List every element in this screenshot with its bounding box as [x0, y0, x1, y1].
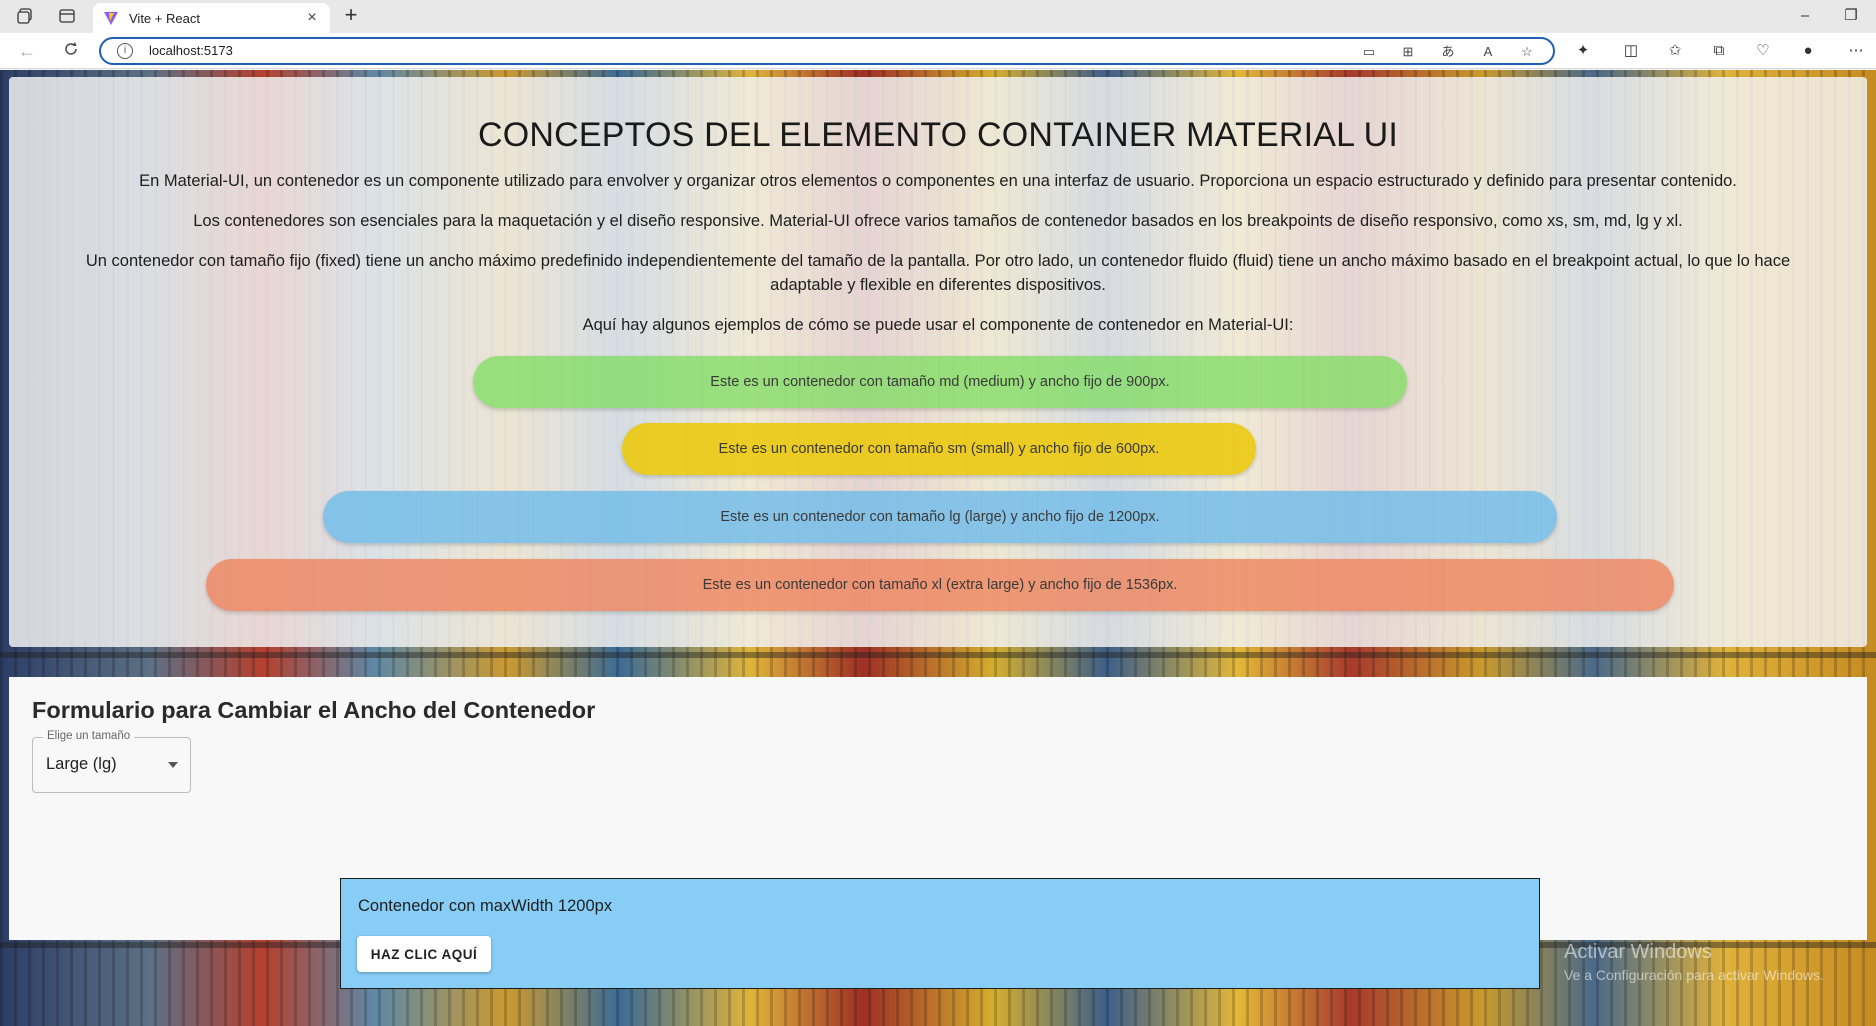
size-select-value: Large (lg) — [46, 755, 117, 773]
browser-tab-bar: Vite + React × + – ❐ — [0, 0, 1876, 33]
container-example-lg: Este es un contenedor con tamaño lg (lar… — [323, 491, 1557, 543]
back-arrow-icon[interactable]: ← — [15, 39, 39, 63]
width-form-section: Formulario para Cambiar el Ancho del Con… — [9, 677, 1867, 989]
browser-essentials-icon[interactable]: ♡ — [1752, 40, 1774, 62]
read-aloud-icon[interactable]: A — [1479, 43, 1497, 61]
translate-icon[interactable]: あ — [1439, 43, 1457, 61]
form-title: Formulario para Cambiar el Ancho del Con… — [32, 697, 596, 723]
favorites-icon[interactable]: ✩ — [1664, 40, 1686, 62]
tab-title: Vite + React — [129, 10, 200, 26]
container-example-sm: Este es un contenedor con tamaño sm (sma… — [622, 423, 1256, 475]
split-screen-icon[interactable]: ◫ — [1620, 40, 1642, 62]
container-width-text: Contenedor con maxWidth 1200px — [358, 897, 613, 915]
profile-icon[interactable]: ● — [1797, 40, 1819, 62]
active-tab[interactable]: Vite + React × — [93, 3, 330, 33]
background-stripe — [0, 652, 1876, 658]
page-viewport: CONCEPTOS DEL ELEMENTO CONTAINER MATERIA… — [0, 70, 1876, 1026]
intro-paragraph: En Material-UI, un contenedor es un comp… — [139, 172, 1737, 190]
extensions-icon[interactable]: ✦ — [1572, 40, 1594, 62]
examples-intro-paragraph: Aquí hay algunos ejemplos de cómo se pue… — [582, 316, 1294, 334]
page-title: CONCEPTOS DEL ELEMENTO CONTAINER MATERIA… — [477, 116, 1399, 154]
dropdown-arrow-icon — [168, 762, 178, 768]
apps-icon[interactable]: ⊞ — [1399, 43, 1417, 61]
resizable-container: Contenedor con maxWidth 1200px HAZ CLIC … — [340, 878, 1540, 989]
concepts-card: CONCEPTOS DEL ELEMENTO CONTAINER MATERIA… — [9, 77, 1867, 647]
vertical-tabs-icon[interactable] — [57, 6, 77, 26]
minimize-button[interactable]: – — [1790, 4, 1820, 28]
new-tab-button[interactable]: + — [339, 4, 363, 28]
click-here-button[interactable]: HAZ CLIC AQUÍ — [357, 936, 491, 972]
more-menu-icon[interactable]: ⋯ — [1845, 40, 1867, 62]
collections-icon[interactable]: ⧉ — [1708, 40, 1730, 62]
windows-activation-hint: Ve a Configuración para activar Windows. — [1564, 967, 1824, 983]
browser-toolbar: ← i localhost:5173 ▭ ⊞ あ A ☆ ✦ ◫ ✩ ⧉ ♡ ●… — [0, 33, 1876, 69]
address-bar[interactable]: i localhost:5173 ▭ ⊞ あ A ☆ — [99, 37, 1555, 65]
container-example-md: Este es un contenedor con tamaño md (med… — [473, 356, 1407, 408]
container-example-xl: Este es un contenedor con tamaño xl (ext… — [206, 559, 1674, 611]
workspaces-icon[interactable] — [15, 6, 35, 26]
vite-logo-icon — [104, 12, 118, 25]
breakpoints-paragraph: Los contenedores son esenciales para la … — [193, 212, 1683, 230]
close-tab-icon[interactable]: × — [304, 9, 320, 27]
site-info-icon[interactable]: i — [117, 43, 133, 59]
address-url: localhost:5173 — [149, 43, 233, 58]
windows-activation-watermark: Activar Windows — [1564, 941, 1712, 963]
favorite-star-icon[interactable]: ☆ — [1518, 43, 1536, 61]
fixed-fluid-paragraph: Un contenedor con tamaño fijo (fixed) ti… — [85, 252, 1791, 294]
refresh-icon[interactable] — [59, 39, 83, 63]
size-select[interactable]: Elige un tamaño Large (lg) — [32, 730, 191, 793]
size-select-label: Elige un tamaño — [43, 730, 135, 742]
restore-button[interactable]: ❐ — [1836, 4, 1866, 28]
cast-icon[interactable]: ▭ — [1360, 43, 1378, 61]
